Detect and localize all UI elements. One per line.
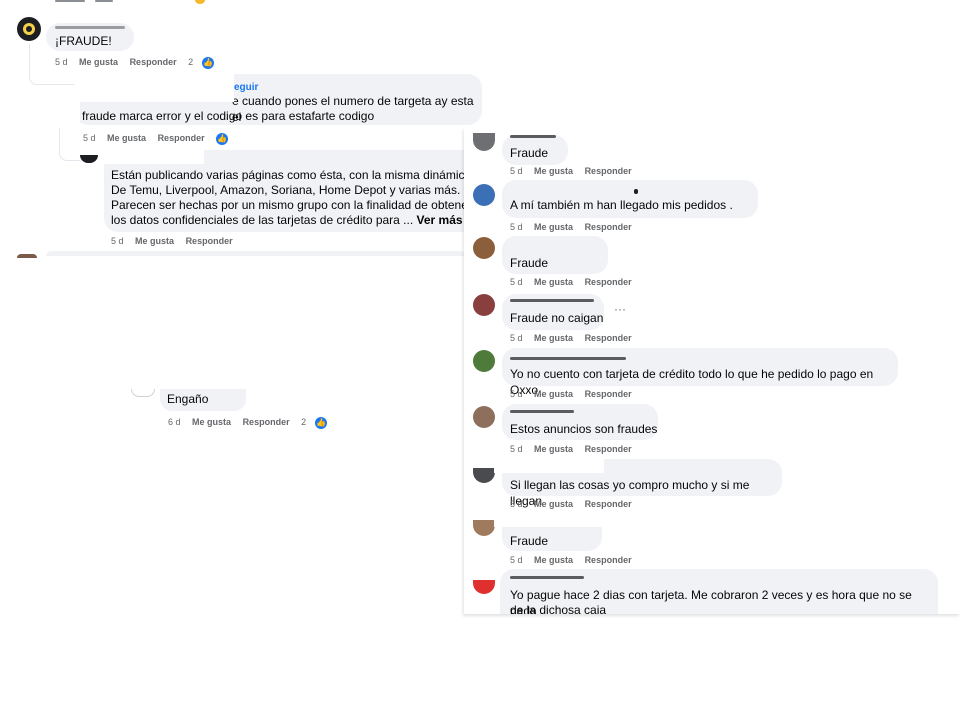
reply-time[interactable]: 5 d	[111, 236, 124, 246]
avatar[interactable]	[473, 237, 495, 259]
reply-button[interactable]: Responder	[158, 133, 205, 143]
comment-actions: 5 d Me gusta Responder	[510, 166, 641, 176]
comment-time[interactable]: 5 d	[510, 222, 523, 232]
redacted-area	[45, 96, 80, 126]
comment-bubble: Yo pague hace 2 dias con tarjeta. Me cob…	[500, 569, 938, 614]
comment-actions: 5 d Me gusta Responder	[510, 222, 641, 232]
reply-time[interactable]: 5 d	[83, 133, 96, 143]
comment-time[interactable]: 5 d	[510, 333, 523, 343]
right-comments-panel: Fraude 5 d Me gusta Responder A mí tambi…	[464, 128, 960, 614]
comment-actions: 6 d Me gusta Responder 2 👍	[168, 417, 336, 429]
comment-text: Fraude	[510, 256, 549, 270]
like-button[interactable]: Me gusta	[534, 222, 573, 232]
comment-time[interactable]: 6 d	[168, 417, 181, 427]
reply-button[interactable]: Responder	[585, 166, 632, 176]
comment-time[interactable]: 5 d	[510, 444, 523, 454]
avatar[interactable]	[473, 406, 495, 428]
comment-actions: 5 d Me gusta Responder	[510, 444, 641, 454]
avatar[interactable]	[131, 389, 155, 397]
reply-button[interactable]: Responder	[585, 389, 632, 399]
comment-text-line2: de la dichosa caja	[510, 603, 607, 614]
reply-button[interactable]: Responder	[585, 333, 632, 343]
comment-text: Estos anuncios son fraudes	[510, 422, 658, 436]
comment-time[interactable]: 5 d	[510, 277, 523, 287]
redacted-area	[104, 150, 204, 164]
reply-actions: 5 d Me gusta Responder	[111, 236, 242, 246]
reply-button[interactable]: Responder	[243, 417, 290, 427]
comment-time[interactable]: 5 d	[510, 389, 523, 399]
like-button[interactable]: Me gusta	[534, 444, 573, 454]
thumbs-up-icon[interactable]: 👍	[315, 417, 328, 429]
reply-actions: 5 d Me gusta Responder 👍	[83, 133, 237, 145]
comment-actions: 5 d Me gusta Responder	[510, 555, 641, 565]
avatar[interactable]	[473, 294, 495, 316]
comment-bubble: A mí también m han llegado mis pedidos .	[502, 180, 758, 218]
avatar[interactable]	[473, 520, 495, 536]
avatar[interactable]	[473, 184, 495, 206]
reply-text-line2: fraude marca error y el codigo es para e…	[82, 109, 375, 123]
comment-time[interactable]: 5 d	[510, 499, 523, 509]
comment-bubble: Engaño	[160, 389, 246, 411]
reply-button[interactable]: Responder	[130, 57, 177, 67]
avatar[interactable]	[473, 580, 495, 594]
comment-text: Fraude	[510, 534, 549, 548]
reply-button[interactable]: Responder	[186, 236, 233, 246]
comment-bubble	[46, 251, 466, 256]
reply-button[interactable]: Responder	[585, 277, 632, 287]
thumbs-up-icon[interactable]: 👍	[202, 57, 215, 69]
comment-bubble: Estos anuncios son fraudes	[502, 404, 658, 440]
avatar[interactable]	[473, 468, 495, 483]
reply-button[interactable]: Responder	[585, 499, 632, 509]
like-button[interactable]: Me gusta	[107, 133, 146, 143]
cropped-top-fragment	[55, 0, 215, 4]
comment-actions: 5 d Me gusta Responder	[510, 389, 641, 399]
reaction-count[interactable]: 2	[301, 417, 306, 427]
like-button[interactable]: Me gusta	[534, 389, 573, 399]
avatar[interactable]	[473, 133, 495, 151]
thread-connector	[29, 44, 74, 85]
comment-text: Fraude no caigan	[510, 311, 604, 325]
reply-text-line3: Parecen ser hechas por un mismo grupo co…	[111, 198, 472, 212]
see-more-link[interactable]: Ver más	[417, 213, 463, 227]
comment-bubble: Fraude	[502, 236, 608, 274]
redacted-area	[494, 515, 604, 527]
reply-text-line1: Están publicando varias páginas como ést…	[111, 168, 475, 182]
ellipsis-icon[interactable]: ···	[614, 302, 626, 316]
avatar[interactable]	[17, 17, 41, 41]
like-button[interactable]: Me gusta	[135, 236, 174, 246]
comment-text: Engaño	[167, 392, 209, 406]
like-button[interactable]: Me gusta	[534, 499, 573, 509]
avatar[interactable]	[80, 155, 98, 163]
redacted-area	[494, 459, 604, 473]
reply-button[interactable]: Responder	[585, 222, 632, 232]
avatar[interactable]	[473, 350, 495, 372]
like-button[interactable]: Me gusta	[534, 555, 573, 565]
like-button[interactable]: Me gusta	[534, 166, 573, 176]
reply-text-line2: De Temu, Liverpool, Amazon, Soriana, Hom…	[111, 183, 461, 197]
comment-actions: 5 d Me gusta Responder	[510, 333, 641, 343]
like-button[interactable]: Me gusta	[534, 333, 573, 343]
like-button[interactable]: Me gusta	[79, 57, 118, 67]
comment-text: Fraude	[510, 146, 549, 160]
thread-connector	[59, 128, 80, 161]
comment-bubble: Fraude no caigan	[502, 294, 604, 330]
comment-time[interactable]: 5 d	[510, 555, 523, 565]
avatar[interactable]	[17, 254, 37, 258]
comment-time[interactable]: 5 d	[510, 166, 523, 176]
comment-actions: 5 d Me gusta Responder 2 👍	[55, 57, 223, 69]
thumbs-up-icon[interactable]: 👍	[216, 133, 229, 145]
comment-actions: 5 d Me gusta Responder	[510, 277, 641, 287]
reaction-count[interactable]: 2	[188, 57, 193, 67]
reply-text-line4: los datos confidenciales de las tarjetas…	[111, 213, 463, 227]
like-button[interactable]: Me gusta	[534, 277, 573, 287]
like-button[interactable]: Me gusta	[192, 417, 231, 427]
comment-text: A mí también m han llegado mis pedidos .	[510, 198, 733, 212]
comment-bubble: Fraude	[502, 135, 568, 165]
reply-button[interactable]: Responder	[585, 444, 632, 454]
redacted-area	[74, 74, 234, 102]
comment-actions: 5 d Me gusta Responder	[510, 499, 641, 509]
reply-button[interactable]: Responder	[585, 555, 632, 565]
comment-bubble: Yo no cuento con tarjeta de crédito todo…	[502, 348, 898, 397]
